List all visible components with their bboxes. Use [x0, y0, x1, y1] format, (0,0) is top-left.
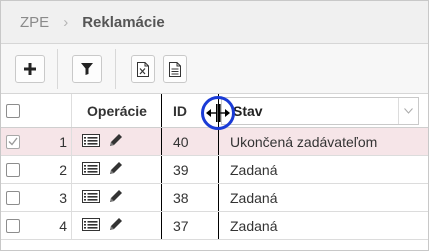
select-all-checkbox[interactable]: [6, 103, 20, 118]
funnel-icon: [81, 63, 93, 75]
pencil-icon[interactable]: [108, 188, 124, 207]
pencil-icon[interactable]: [108, 216, 124, 235]
toolbar-divider: [115, 49, 116, 89]
table-row[interactable]: 2 39 Zadaná: [1, 156, 428, 184]
detail-icon[interactable]: [82, 189, 100, 206]
detail-icon[interactable]: [82, 161, 100, 178]
row-status: Zadaná: [230, 161, 278, 178]
export-document-button[interactable]: [163, 55, 187, 83]
row-checkbox[interactable]: [6, 134, 20, 149]
row-id: 40: [173, 133, 189, 150]
breadcrumb: ZPE › Reklamácie: [1, 1, 428, 44]
row-checkbox[interactable]: [6, 162, 20, 177]
pencil-icon[interactable]: [108, 160, 124, 179]
toolbar-divider: [57, 49, 58, 89]
table-row[interactable]: 4 37 Zadaná: [1, 212, 428, 240]
filter-button[interactable]: [72, 55, 102, 83]
row-index: 3: [59, 189, 67, 206]
chevron-down-icon[interactable]: [398, 98, 418, 124]
detail-icon[interactable]: [82, 217, 100, 234]
row-status: Zadaná: [230, 217, 278, 234]
cursor-highlight: [201, 96, 235, 130]
checkmark-icon: [8, 137, 18, 146]
row-index: 1: [59, 133, 67, 150]
export-excel-button[interactable]: [131, 55, 155, 83]
excel-file-icon: [137, 61, 149, 77]
row-index: 2: [59, 161, 67, 178]
row-index: 4: [59, 217, 67, 234]
row-checkbox[interactable]: [6, 190, 20, 205]
row-checkbox[interactable]: [6, 218, 20, 233]
page-title: Reklamácie: [82, 13, 165, 31]
table-row[interactable]: 1 40 Ukončená zadávateľom: [1, 128, 428, 156]
row-id: 37: [173, 217, 189, 234]
column-header-operations[interactable]: Operácie: [87, 103, 147, 119]
column-header-id[interactable]: ID: [173, 103, 187, 119]
column-resize-cursor-icon: [206, 104, 230, 122]
plus-icon: [24, 63, 36, 75]
toolbar: [1, 44, 428, 94]
status-filter-select[interactable]: Stav: [221, 97, 419, 125]
breadcrumb-separator: ›: [63, 13, 69, 31]
row-status: Zadaná: [230, 189, 278, 206]
row-id: 39: [173, 161, 189, 178]
breadcrumb-root[interactable]: ZPE: [20, 14, 49, 31]
document-icon: [169, 61, 181, 77]
row-status: Ukončená zadávateľom: [230, 133, 378, 150]
detail-icon[interactable]: [82, 133, 100, 150]
row-id: 38: [173, 189, 189, 206]
column-header-status: Stav: [233, 103, 263, 119]
pencil-icon[interactable]: [108, 132, 124, 151]
add-button[interactable]: [15, 55, 45, 83]
table-row[interactable]: 3 38 Zadaná: [1, 184, 428, 212]
